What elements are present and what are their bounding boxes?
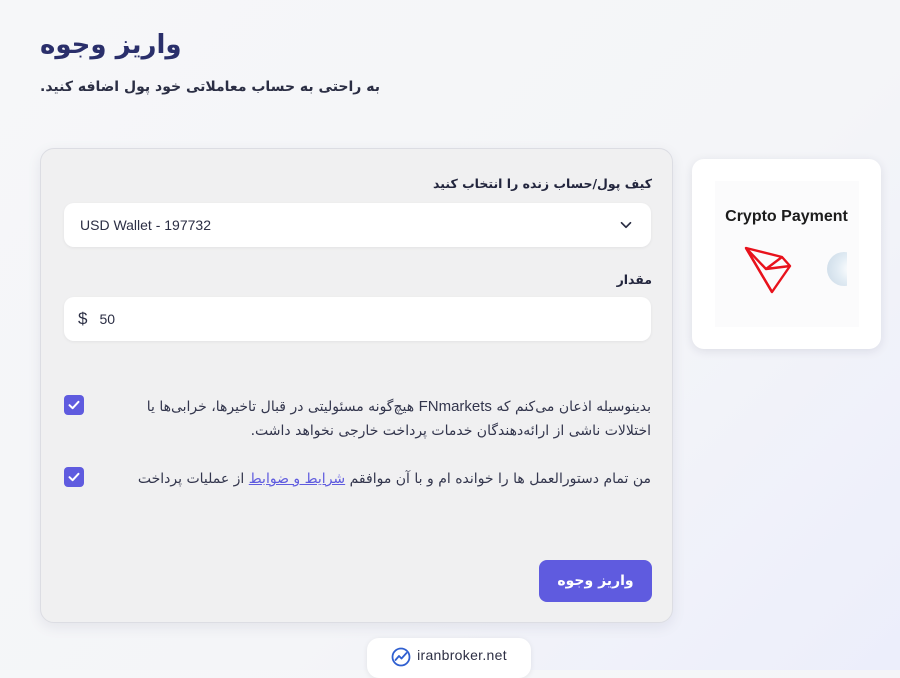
terms-link[interactable]: شرایط و ضوابط [249,471,345,487]
checkmark-icon [68,472,80,482]
checkmark-icon [68,400,80,410]
chart-trend-icon [391,647,411,667]
disclaimer-line-1: بدینوسیله اذعان می‌کنم که FNmarkets هیچ‌… [146,398,651,415]
deposit-submit-button[interactable]: واریز وجوه [539,560,652,602]
brand-name: FNmarkets [418,398,492,415]
terms-row: من تمام دستورالعمل ها را خوانده ام و با … [64,467,651,491]
disclaimer-line-2: اختلالات ناشی از ارائه‌دهندگان خدمات پرد… [250,423,651,439]
page-title: واریز وجوه [40,30,182,60]
wallet-select[interactable]: USD Wallet - 197732 [64,203,651,247]
disclaimer-text: بدینوسیله اذعان می‌کنم که FNmarkets هیچ‌… [96,395,651,443]
disclaimer-row: بدینوسیله اذعان می‌کنم که FNmarkets هیچ‌… [64,395,651,443]
disclaimer-checkbox[interactable] [64,395,84,415]
chevron-down-icon [620,221,632,229]
amount-label: مقدار [616,272,652,287]
deposit-form-card: کیف پول/حساب زنده را انتخاب کنید USD Wal… [40,148,673,623]
amount-input[interactable] [97,310,637,328]
tron-logo-icon [744,246,792,294]
amount-field: $ [64,297,651,341]
footer-watermark: iranbroker.net [367,638,531,678]
footer-brand: iranbroker.net [417,647,507,663]
wallet-label: کیف پول/حساب زنده را انتخاب کنید [433,176,652,191]
payment-method-title: Crypto Payment [725,208,848,225]
wallet-select-value: USD Wallet - 197732 [80,217,211,233]
coin-icon [827,252,847,286]
terms-text: من تمام دستورالعمل ها را خوانده ام و با … [137,471,651,487]
terms-checkbox[interactable] [64,467,84,487]
currency-symbol: $ [78,309,88,328]
crypto-payment-card[interactable]: Crypto Payment [692,159,881,349]
page-subtitle: به راحتی به حساب معاملاتی خود پول اضافه … [40,79,380,95]
